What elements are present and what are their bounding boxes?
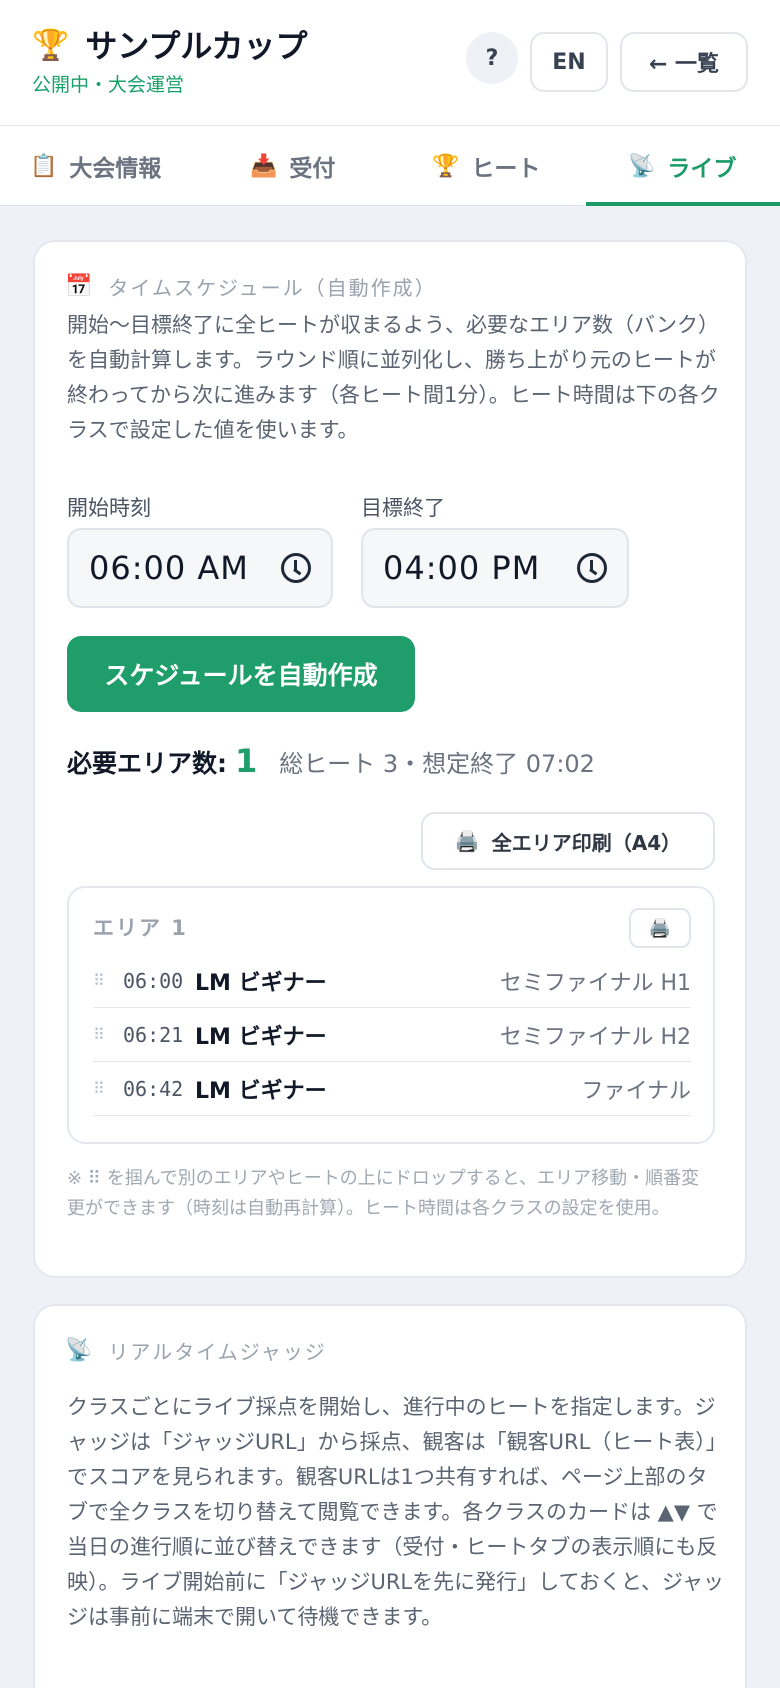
tab-label: ライブ [667,156,737,182]
heat-class: LM ビギナー [195,1078,327,1104]
live-heading-text: リアルタイムジャッジ [108,1340,327,1364]
end-time-value: 04:00 PM [383,549,541,587]
satellite-dish-icon: 📡 [628,153,656,179]
area-title: エリア 1 [93,916,188,940]
tab-label: 受付 [289,156,336,182]
title-block: 🏆 サンプルカップ 公開中・大会運営 [32,28,307,96]
heat-round: セミファイナル H2 [499,1024,691,1050]
start-time-value: 06:00 AM [89,549,249,587]
heat-time: 06:21 [123,1022,184,1047]
calendar-icon: 📅 [65,274,93,299]
printer-icon: 🖨️ [648,917,672,939]
tab-label: ヒート [471,156,541,182]
schedule-description: 開始〜目標終了に全ヒートが収まるよう、必要なエリア数（バンク）を自動計算します。… [67,313,720,442]
schedule-summary: 必要エリア数: 1 総ヒート 3・想定終了 07:02 [67,742,595,780]
app-header: 🏆 サンプルカップ 公開中・大会運営 ? EN ← 一覧 [0,0,780,126]
inbox-tray-icon: 📥 [250,153,278,179]
schedule-card: 📅 タイムスケジュール（自動作成） 開始〜目標終了に全ヒートが収まるよう、必要な… [33,240,747,1278]
schedule-heading: 📅 タイムスケジュール（自動作成） [65,272,437,301]
auto-schedule-button[interactable]: スケジュールを自動作成 [67,636,415,712]
printer-icon: 🖨️ [454,829,480,853]
end-time-label: 目標終了 [361,496,445,520]
heat-row[interactable]: ⠿ 06:00 LM ビギナー セミファイナル H1 [93,954,691,1008]
live-description: クラスごとにライブ採点を開始し、進行中のヒートを指定します。ジャッジは「ジャッジ… [67,1395,727,1629]
drag-handle-icon[interactable]: ⠿ [93,1025,123,1044]
page-title: サンプルカップ [85,27,308,65]
area-panel: エリア 1 🖨️ ⠿ 06:00 LM ビギナー セミファイナル H1 ⠿ 06… [67,886,715,1144]
heat-class: LM ビギナー [195,970,327,996]
print-all-areas-button[interactable]: 🖨️ 全エリア印刷（A4） [421,812,715,870]
print-area-button[interactable]: 🖨️ [629,908,691,948]
required-areas-label: 必要エリア数: [67,749,227,778]
trophy-icon: 🏆 [32,28,70,63]
clock-icon[interactable] [281,553,311,583]
event-status: 公開中・大会運営 [32,74,185,96]
live-heading: 📡 リアルタイムジャッジ [65,1336,327,1365]
heat-round: セミファイナル H1 [499,970,691,996]
back-to-list-button[interactable]: ← 一覧 [620,32,748,92]
required-areas-count: 1 [235,742,258,780]
schedule-note: ※ ⠿ を掴んで別のエリアやヒートの上にドロップすると、エリア移動・順番変更がで… [67,1168,700,1219]
schedule-heading-text: タイムスケジュール（自動作成） [108,276,437,300]
clock-icon[interactable] [577,553,607,583]
heat-time: 06:42 [123,1076,184,1101]
end-time-input[interactable]: 04:00 PM [361,528,629,608]
print-all-label: 全エリア印刷（A4） [491,830,682,855]
drag-handle-icon[interactable]: ⠿ [93,1079,123,1098]
active-tab-indicator [586,202,780,206]
satellite-dish-icon: 📡 [65,1338,93,1363]
heat-row[interactable]: ⠿ 06:21 LM ビギナー セミファイナル H2 [93,1008,691,1062]
start-time-input[interactable]: 06:00 AM [67,528,333,608]
language-toggle-button[interactable]: EN [530,32,608,92]
heat-round: ファイナル [581,1078,691,1104]
tab-bar: 📋 大会情報 📥 受付 🏆 ヒート 📡 ライブ [0,126,780,206]
tab-registration[interactable]: 📥 受付 [250,126,335,206]
schedule-meta: 総ヒート 3・想定終了 07:02 [279,750,595,778]
live-judge-card: 📡 リアルタイムジャッジ クラスごとにライブ採点を開始し、進行中のヒートを指定し… [33,1304,747,1688]
tab-label: 大会情報 [69,156,162,182]
heat-time: 06:00 [123,968,184,993]
heat-row[interactable]: ⠿ 06:42 LM ビギナー ファイナル [93,1062,691,1116]
drag-handle-icon[interactable]: ⠿ [93,971,123,990]
tab-event-info[interactable]: 📋 大会情報 [30,126,161,206]
heat-class: LM ビギナー [195,1024,327,1050]
tab-live[interactable]: 📡 ライブ [628,126,736,206]
start-time-label: 開始時刻 [67,496,151,520]
trophy-icon: 🏆 [432,153,460,179]
tab-heats[interactable]: 🏆 ヒート [432,126,540,206]
clipboard-icon: 📋 [30,153,58,179]
help-button[interactable]: ? [466,32,518,84]
